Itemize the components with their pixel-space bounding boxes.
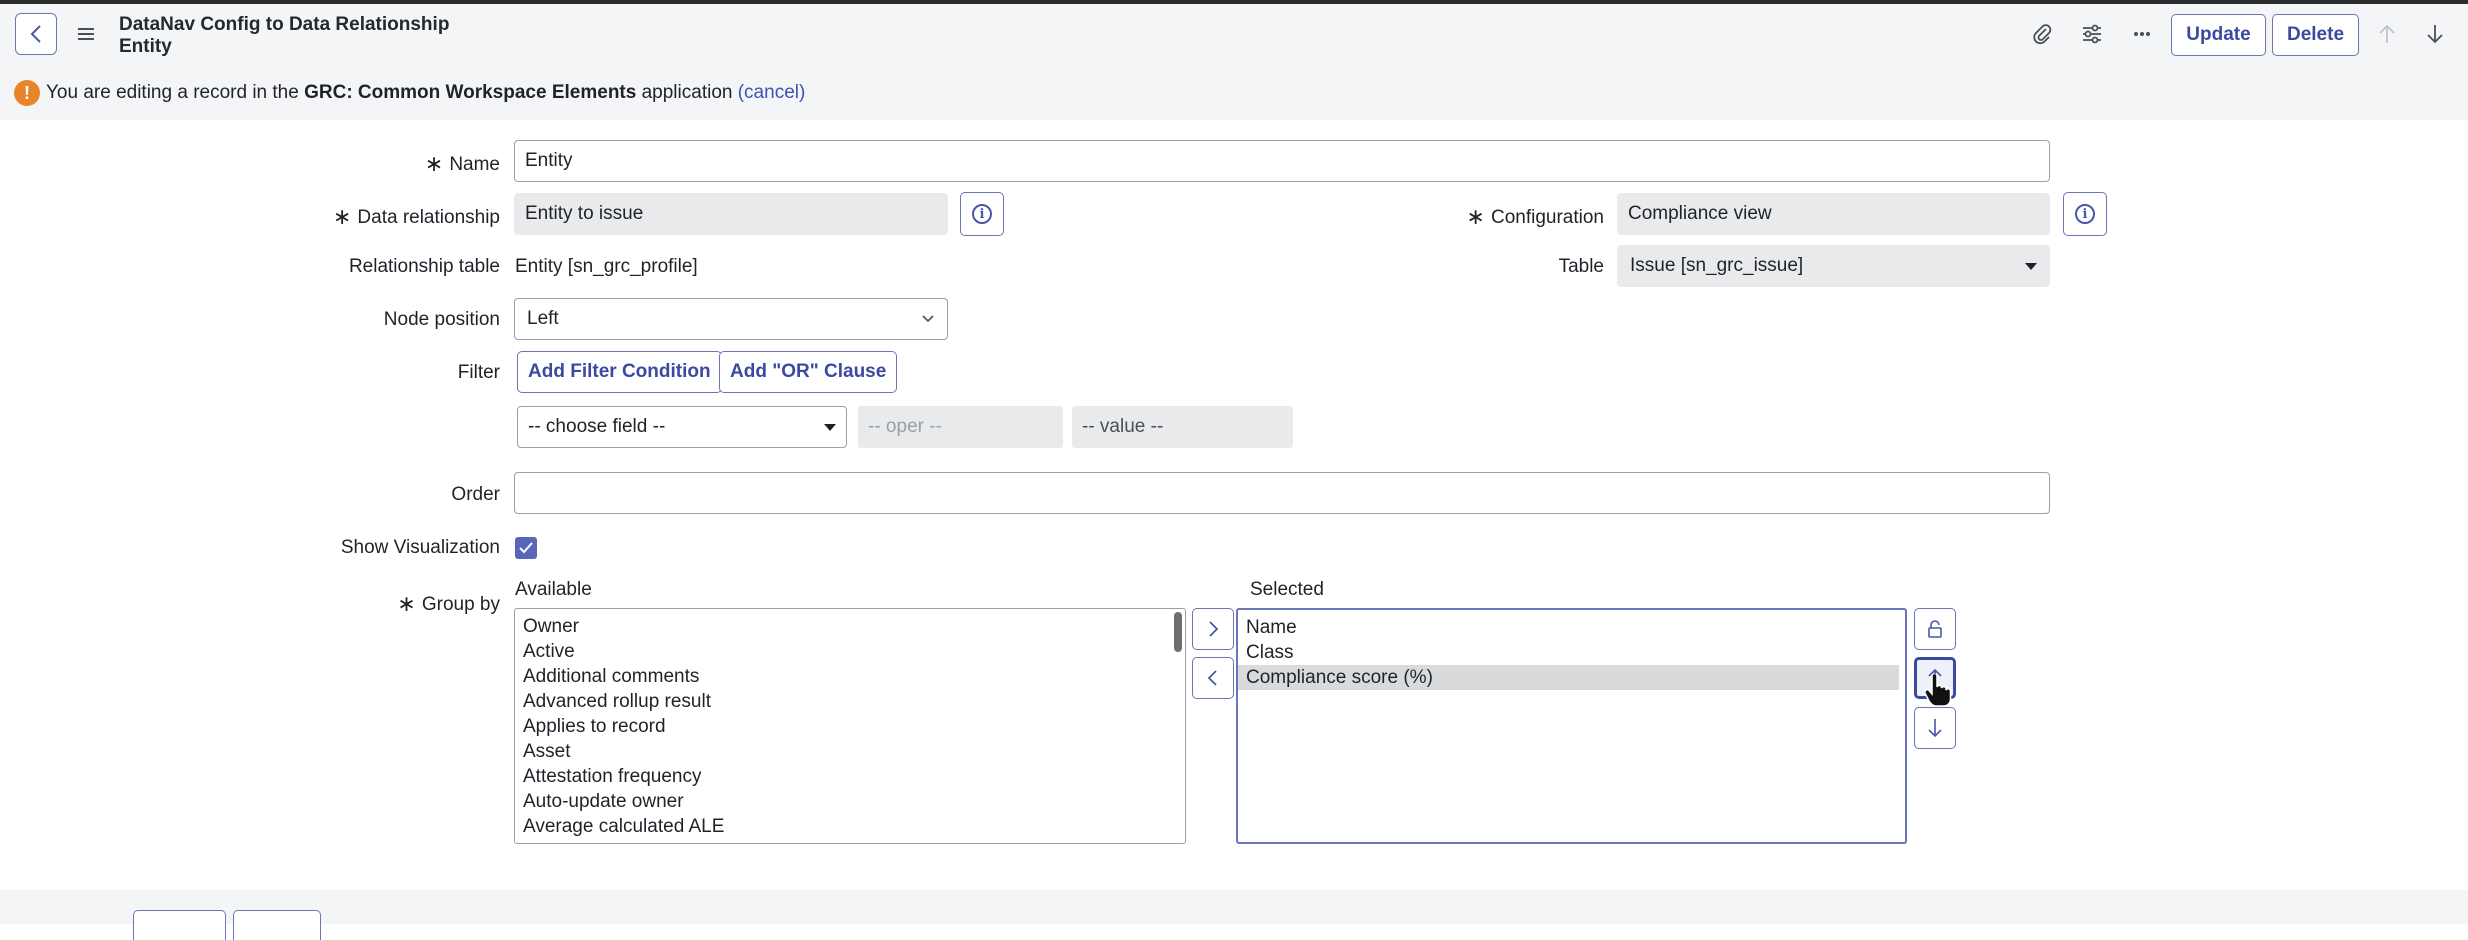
cancel-link[interactable]: (cancel) [738, 82, 806, 103]
configuration-label: ∗ Configuration [1466, 204, 1604, 229]
selected-list-item[interactable]: Name [1238, 615, 1905, 640]
notice-prefix: You are editing a record in the [46, 82, 299, 103]
back-button[interactable] [15, 13, 57, 55]
data-relationship-field[interactable]: Entity to issue [514, 193, 948, 235]
arrow-down-icon[interactable] [2421, 20, 2449, 48]
info-icon: i [2075, 204, 2095, 224]
required-asterisk-icon: ∗ [1466, 204, 1485, 229]
delete-button[interactable]: Delete [2272, 14, 2359, 56]
info-icon: i [972, 204, 992, 224]
notice-app-name: GRC: Common Workspace Elements [304, 82, 637, 103]
caret-down-icon [2025, 262, 2037, 270]
available-list-item[interactable]: Advanced rollup result [515, 689, 1185, 714]
available-list-item[interactable]: Auto-update owner [515, 789, 1185, 814]
name-label: ∗ Name [424, 151, 500, 176]
chevron-down-icon [922, 315, 934, 323]
selected-list-item[interactable]: Compliance score (%) [1238, 665, 1899, 690]
hand-cursor-icon [1924, 674, 1952, 707]
add-or-clause-button[interactable]: Add "OR" Clause [719, 351, 898, 393]
more-options-icon[interactable] [2128, 20, 2156, 48]
available-list-item[interactable]: Applies to record [515, 714, 1185, 739]
available-list-item[interactable]: Active [515, 639, 1185, 664]
page-title-line1: DataNav Config to Data Relationship [119, 14, 450, 35]
name-field[interactable]: Entity [514, 140, 2050, 182]
selected-list-item[interactable]: Class [1238, 640, 1905, 665]
selected-label: Selected [1250, 579, 1324, 600]
available-list-scrollbar[interactable] [1174, 612, 1182, 652]
table-select-value: Issue [sn_grc_issue] [1630, 255, 1804, 276]
node-position-value: Left [527, 308, 559, 329]
relationship-table-value: Entity [sn_grc_profile] [515, 256, 698, 277]
warning-icon: ! [14, 80, 40, 106]
show-visualization-label: Show Visualization [340, 537, 500, 558]
move-down-button[interactable] [1914, 707, 1956, 749]
required-asterisk-icon: ∗ [397, 591, 416, 616]
configuration-field[interactable]: Compliance view [1617, 193, 2050, 235]
available-list-item[interactable]: Attestation frequency [515, 764, 1185, 789]
lock-icon [1928, 620, 1942, 638]
data-relationship-label: ∗ Data relationship [332, 204, 500, 229]
table-label: Table [1558, 256, 1604, 277]
selected-list[interactable]: Name Class Compliance score (%) [1236, 608, 1907, 844]
available-list[interactable]: Owner Active Additional comments Advanced r… [514, 608, 1186, 844]
required-asterisk-icon: ∗ [332, 204, 352, 229]
order-field[interactable] [514, 472, 2050, 514]
add-filter-condition-button[interactable]: Add Filter Condition [517, 351, 722, 393]
notice-suffix: application [641, 82, 733, 103]
move-right-button[interactable] [1192, 608, 1234, 650]
filter-label: Filter [457, 362, 500, 383]
operator-field[interactable]: -- oper -- [858, 406, 1063, 448]
available-label: Available [515, 579, 592, 600]
data-relationship-info-button[interactable]: i [960, 192, 1004, 236]
checkmark-icon [519, 542, 533, 554]
chevron-left-icon [30, 25, 41, 43]
available-list-item[interactable]: Average calculated ALE [515, 814, 1185, 839]
value-field[interactable]: -- value -- [1072, 406, 1293, 448]
page-title: DataNav Config to Data Relationship Enti… [119, 14, 449, 58]
hamburger-menu-icon[interactable] [76, 26, 96, 42]
table-select[interactable]: Issue [sn_grc_issue] [1617, 245, 2050, 287]
attachment-icon[interactable] [2028, 20, 2056, 48]
move-left-button[interactable] [1192, 657, 1234, 699]
relationship-table-label: Relationship table [348, 256, 500, 277]
choose-field-value: -- choose field -- [528, 416, 666, 437]
arrow-down-icon [1928, 719, 1942, 738]
arrow-up-icon[interactable] [2373, 20, 2401, 48]
caret-down-icon [824, 423, 836, 431]
group-by-label: ∗ Group by [397, 591, 500, 616]
editing-notice-text: You are editing a record in the GRC: Com… [46, 82, 805, 104]
available-list-item[interactable]: Owner [515, 614, 1185, 639]
update-button[interactable]: Update [2171, 14, 2266, 56]
footer-delete-button[interactable] [233, 910, 321, 940]
choose-field-select[interactable]: -- choose field -- [517, 406, 847, 448]
node-position-label: Node position [383, 309, 500, 330]
order-label: Order [451, 484, 500, 505]
node-position-select[interactable]: Left [514, 298, 948, 340]
chevron-left-icon [1207, 670, 1217, 686]
footer-bar [0, 890, 2468, 940]
chevron-right-icon [1209, 621, 1219, 637]
footer-update-button[interactable] [133, 910, 226, 940]
lock-order-button[interactable] [1914, 608, 1956, 650]
page-title-line2: Entity [119, 36, 172, 57]
available-list-item[interactable]: Additional comments [515, 664, 1185, 689]
settings-sliders-icon[interactable] [2078, 20, 2106, 48]
available-list-item[interactable]: Asset [515, 739, 1185, 764]
editing-notice-bar: ! You are editing a record in the GRC: C… [0, 66, 2468, 120]
show-visualization-checkbox[interactable] [515, 537, 537, 559]
configuration-info-button[interactable]: i [2063, 192, 2107, 236]
required-asterisk-icon: ∗ [424, 151, 444, 176]
form-header: DataNav Config to Data Relationship Enti… [0, 4, 2468, 66]
